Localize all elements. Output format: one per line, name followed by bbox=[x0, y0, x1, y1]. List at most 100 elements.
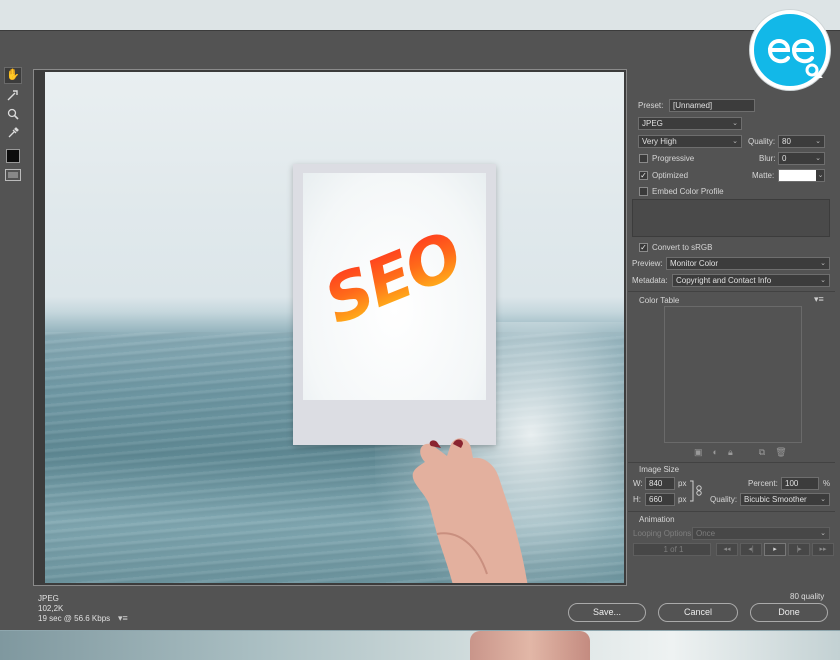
optimized-label: Optimized bbox=[652, 171, 689, 180]
preview-value: Monitor Color bbox=[670, 259, 719, 268]
progressive-checkbox[interactable] bbox=[639, 154, 648, 163]
background-hand-strip bbox=[470, 631, 590, 660]
embed-color-profile-checkbox[interactable] bbox=[639, 187, 648, 196]
hand-tool-icon[interactable]: ✋ bbox=[4, 67, 22, 84]
height-value: 660 bbox=[649, 495, 663, 504]
slice-select-tool-icon[interactable] bbox=[4, 86, 22, 103]
optimized-checkbox[interactable]: ✓ bbox=[639, 171, 648, 180]
chevron-down-icon: ⌄ bbox=[820, 496, 826, 503]
looping-options-select[interactable]: Once ⌄ bbox=[692, 527, 830, 540]
image-preview: SEO bbox=[45, 72, 624, 583]
eyedropper-tool-icon[interactable] bbox=[4, 124, 22, 141]
width-label: W: bbox=[633, 479, 643, 488]
color-table-swatches bbox=[664, 306, 802, 443]
polaroid-photo-area: SEO bbox=[303, 173, 486, 400]
frame-counter: 1 of 1 bbox=[633, 543, 711, 556]
previous-frame-button[interactable]: ◂| bbox=[740, 543, 762, 556]
lock-icon[interactable]: 🔒︎ bbox=[728, 447, 733, 458]
looping-options-label: Looping Options: bbox=[633, 529, 694, 538]
download-speed-menu-icon[interactable]: ▾≡ bbox=[118, 613, 128, 624]
save-for-web-dialog: ✋ SEO Preset: [Unnamed] JPEG ⌄ Very High… bbox=[0, 30, 840, 630]
status-file-size: 102,2K bbox=[38, 604, 64, 613]
status-download-time: 19 sec @ 56.6 Kbps bbox=[38, 614, 111, 623]
metadata-select[interactable]: Copyright and Contact Info ⌄ bbox=[672, 274, 830, 287]
file-format-value: JPEG bbox=[642, 119, 663, 128]
color-table-title: Color Table bbox=[639, 296, 680, 305]
first-frame-button[interactable]: ◂◂ bbox=[716, 543, 738, 556]
web-snap-icon[interactable]: ▣ bbox=[694, 447, 703, 458]
compression-quality-select[interactable]: Very High ⌄ bbox=[638, 135, 742, 148]
percent-input[interactable]: 100 bbox=[781, 477, 819, 490]
polaroid-frame: SEO bbox=[293, 164, 496, 445]
chevron-down-icon: ⌄ bbox=[815, 155, 821, 162]
compression-quality-value: Very High bbox=[642, 137, 677, 146]
preset-value: [Unnamed] bbox=[673, 101, 713, 110]
optimization-settings-panel: Preset: [Unnamed] JPEG ⌄ Very High ⌄ Qua… bbox=[628, 69, 835, 589]
percent-value: 100 bbox=[785, 479, 799, 488]
convert-srgb-checkbox[interactable]: ✓ bbox=[639, 243, 648, 252]
cancel-button[interactable]: Cancel bbox=[658, 603, 738, 622]
progressive-label: Progressive bbox=[652, 154, 695, 163]
file-format-select[interactable]: JPEG ⌄ bbox=[638, 117, 742, 130]
preview-select[interactable]: Monitor Color ⌄ bbox=[666, 257, 830, 270]
resample-quality-select[interactable]: Bicubic Smoother ⌄ bbox=[740, 493, 830, 506]
height-input[interactable]: 660 bbox=[645, 493, 675, 506]
new-color-icon[interactable]: ⧉ bbox=[759, 447, 765, 458]
convert-srgb-label: Convert to sRGB bbox=[652, 243, 713, 252]
width-input[interactable]: 840 bbox=[645, 477, 675, 490]
save-button[interactable]: Save... bbox=[568, 603, 646, 622]
toolbox: ✋ bbox=[4, 67, 24, 181]
web-shift-icon[interactable]: ◐ bbox=[713, 447, 718, 458]
chevron-down-icon: ⌄ bbox=[816, 170, 824, 181]
link-dimensions-icon[interactable] bbox=[689, 480, 703, 502]
last-frame-button[interactable]: ▸▸ bbox=[812, 543, 834, 556]
embed-color-profile-label: Embed Color Profile bbox=[652, 187, 724, 196]
width-unit: px bbox=[678, 479, 687, 488]
width-value: 840 bbox=[649, 479, 663, 488]
matte-label: Matte: bbox=[752, 171, 775, 180]
trash-icon[interactable]: 🗑︎ bbox=[775, 447, 786, 458]
brand-logo-icon bbox=[767, 39, 823, 78]
quality-input[interactable]: 80 ⌄ bbox=[778, 135, 825, 148]
next-frame-button[interactable]: |▸ bbox=[788, 543, 810, 556]
percent-unit: % bbox=[823, 479, 831, 488]
settings-empty-area bbox=[632, 199, 830, 237]
chevron-down-icon: ⌄ bbox=[820, 260, 826, 267]
preview-label: Preview: bbox=[632, 259, 663, 268]
panel-menu-icon[interactable]: ▾≡ bbox=[814, 294, 824, 305]
preset-select[interactable]: [Unnamed] bbox=[669, 99, 755, 112]
eyedropper-color-swatch[interactable] bbox=[6, 149, 20, 163]
height-unit: px bbox=[678, 495, 687, 504]
animation-title: Animation bbox=[639, 515, 675, 524]
metadata-value: Copyright and Contact Info bbox=[676, 276, 772, 285]
height-label: H: bbox=[633, 495, 641, 504]
quality-label: Quality: bbox=[748, 137, 776, 146]
seo-lettering: SEO bbox=[315, 215, 489, 339]
resample-quality-label: Quality: bbox=[710, 495, 738, 504]
zoom-tool-icon[interactable] bbox=[4, 105, 22, 122]
preset-label: Preset: bbox=[638, 101, 664, 110]
hand-holding-polaroid bbox=[412, 438, 528, 583]
chevron-down-icon: ⌄ bbox=[815, 138, 821, 145]
blur-value: 0 bbox=[782, 154, 787, 163]
matte-color-select[interactable]: ⌄ bbox=[778, 169, 825, 182]
chevron-down-icon: ⌄ bbox=[732, 138, 738, 145]
blur-label: Blur: bbox=[759, 154, 776, 163]
image-preview-frame: SEO bbox=[33, 69, 627, 586]
brand-logo bbox=[750, 10, 830, 90]
done-button[interactable]: Done bbox=[750, 603, 828, 622]
toggle-slices-visibility-icon[interactable] bbox=[5, 169, 21, 181]
status-format: JPEG bbox=[38, 594, 59, 603]
chevron-down-icon: ⌄ bbox=[820, 530, 826, 537]
resample-quality-value: Bicubic Smoother bbox=[744, 495, 807, 504]
play-animation-button[interactable]: ▸ bbox=[764, 543, 786, 556]
image-size-title: Image Size bbox=[639, 465, 680, 474]
color-table-actions: ▣ ◐ 🔒︎ ⧉ 🗑︎ bbox=[694, 447, 787, 458]
status-quality: 80 quality bbox=[790, 592, 825, 601]
background-ocean-strip bbox=[0, 631, 840, 660]
frame-counter-value: 1 of 1 bbox=[663, 545, 684, 554]
chevron-down-icon: ⌄ bbox=[732, 120, 738, 127]
quality-value: 80 bbox=[782, 137, 791, 146]
looping-options-value: Once bbox=[696, 529, 716, 538]
blur-input[interactable]: 0 ⌄ bbox=[778, 152, 825, 165]
